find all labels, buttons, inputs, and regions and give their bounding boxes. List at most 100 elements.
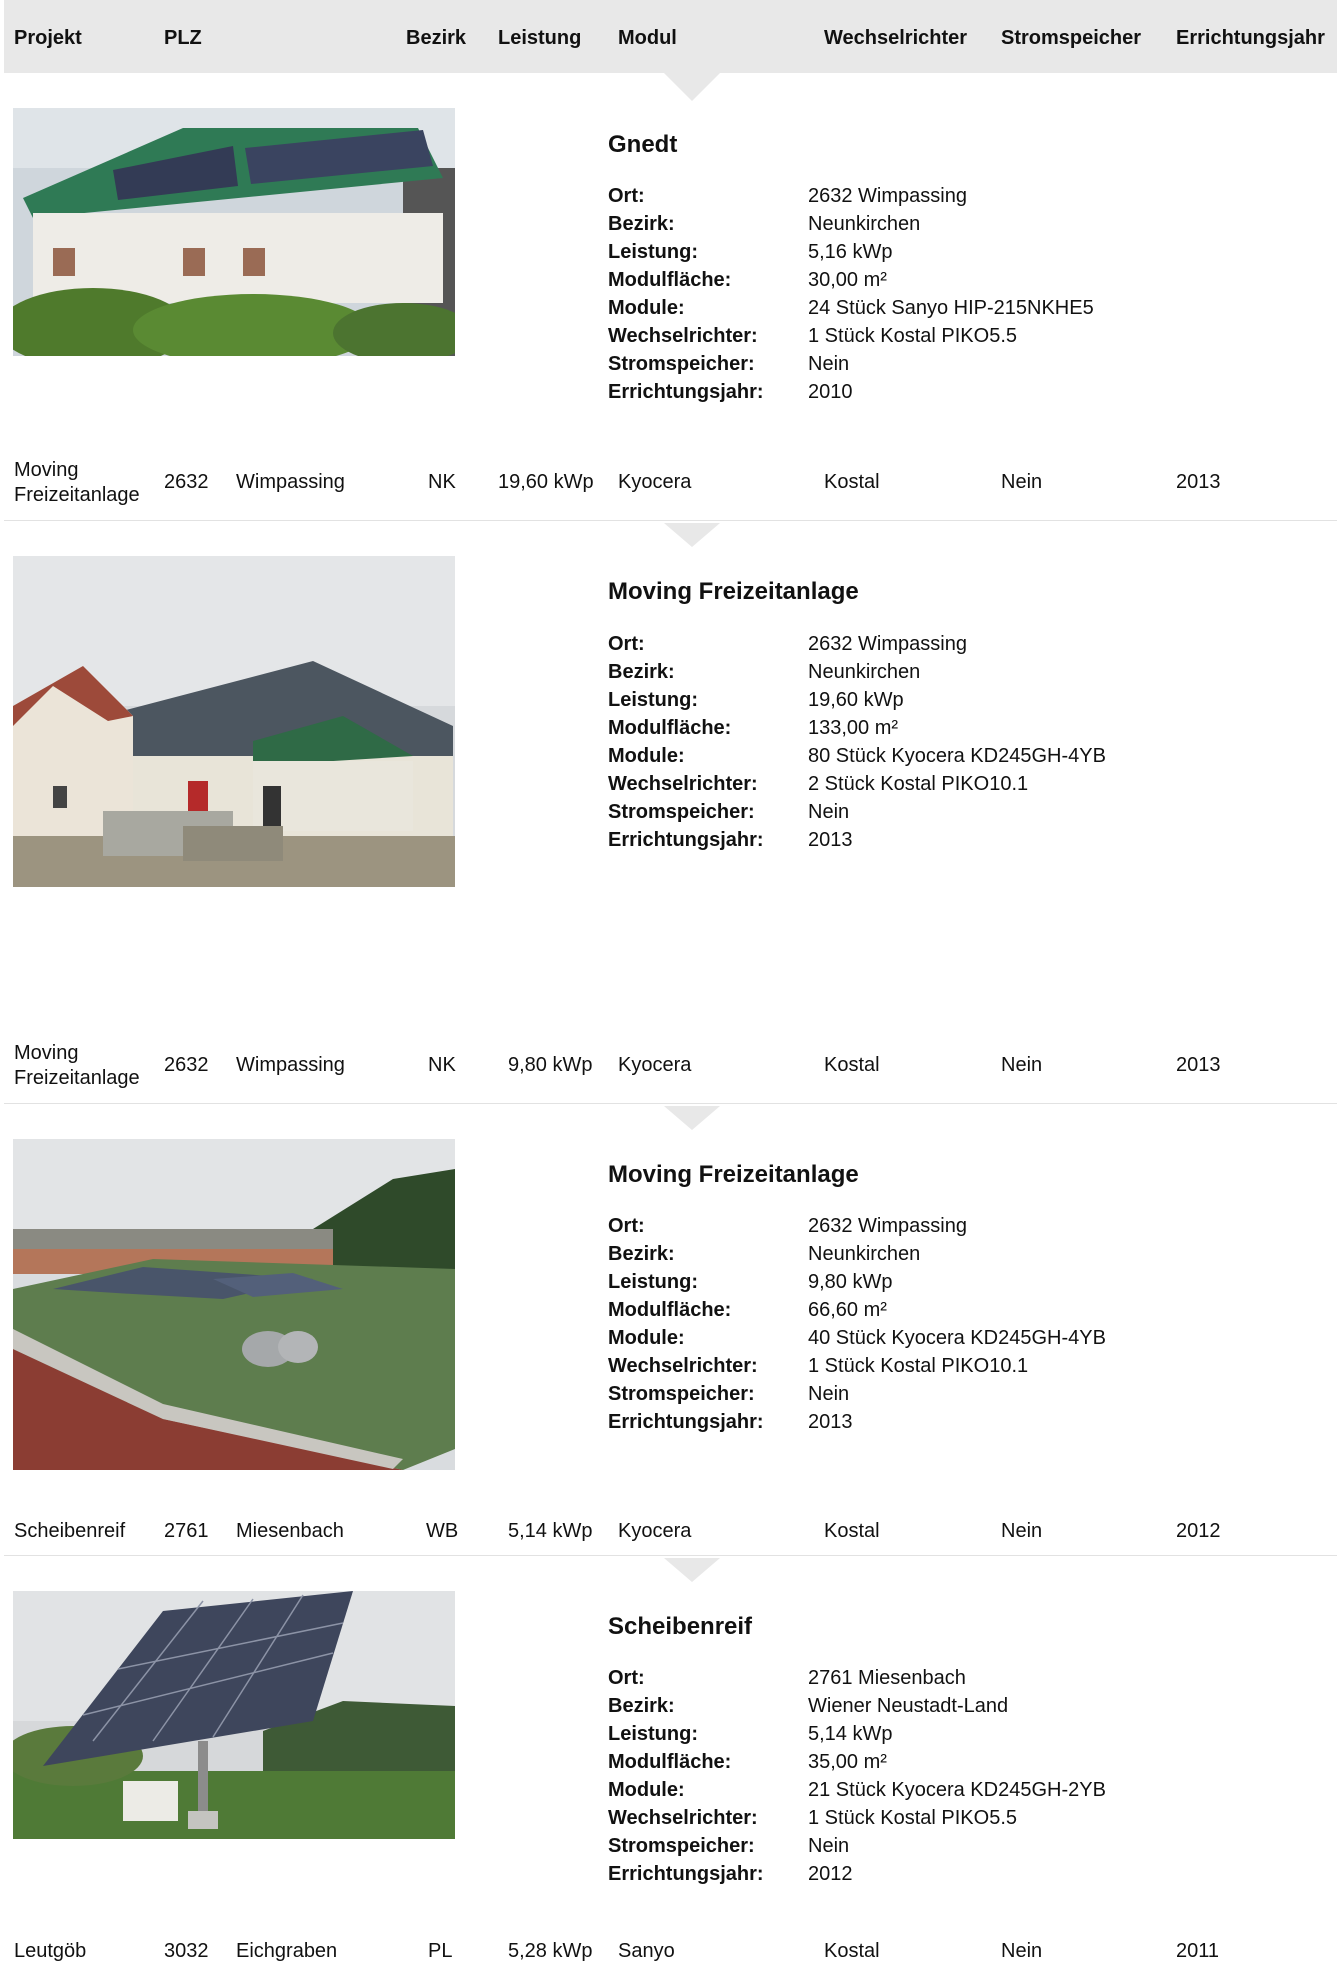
- detail-value-bezirk: Neunkirchen: [808, 661, 921, 683]
- detail-label-ort: Ort:: [608, 185, 645, 207]
- column-header-stromspeicher[interactable]: Stromspeicher: [1001, 27, 1141, 50]
- table-row-projekt-line2[interactable]: Freizeitanlage: [14, 483, 140, 508]
- detail-value-wechselrichter: 1 Stück Kostal PIKO5.5: [808, 1807, 1017, 1829]
- table-row-jahr: 2012: [1176, 1520, 1221, 1542]
- detail-value-stromspeicher: Nein: [808, 1383, 850, 1405]
- detail-label-leistung: Leistung:: [608, 1723, 698, 1745]
- project-photo: [13, 1591, 455, 1839]
- detail-value-leistung: 9,80 kWp: [808, 1271, 893, 1293]
- table-row-projekt[interactable]: Moving: [14, 1041, 78, 1066]
- detail-value-modulflaeche: 133,00 m²: [808, 717, 899, 739]
- detail-label-leistung: Leistung:: [608, 241, 698, 263]
- table-row-wechselrichter: Kostal: [824, 1054, 880, 1076]
- table-row-ort: Miesenbach: [236, 1520, 344, 1542]
- table-row-plz: 3032: [164, 1940, 209, 1962]
- detail-label-errichtungsjahr: Errichtungsjahr:: [608, 829, 764, 851]
- detail-label-module: Module:: [608, 297, 685, 319]
- detail-value-bezirk: Wiener Neustadt-Land: [808, 1695, 1009, 1717]
- column-header-errichtungsjahr[interactable]: Errichtungsjahr: [1176, 27, 1325, 50]
- table-row-jahr: 2013: [1176, 1054, 1221, 1076]
- detail-value-ort: 2761 Miesenbach: [808, 1667, 966, 1689]
- detail-value-module: 24 Stück Sanyo HIP-215NKHE5: [808, 297, 1094, 319]
- detail-label-errichtungsjahr: Errichtungsjahr:: [608, 1411, 764, 1433]
- detail-label-errichtungsjahr: Errichtungsjahr:: [608, 381, 764, 403]
- table-row-stromspeicher: Nein: [1001, 1940, 1043, 1962]
- detail-value-leistung: 5,14 kWp: [808, 1723, 893, 1745]
- detail-value-leistung: 19,60 kWp: [808, 689, 904, 711]
- detail-value-ort: 2632 Wimpassing: [808, 633, 967, 655]
- detail-value-wechselrichter: 2 Stück Kostal PIKO10.1: [808, 773, 1029, 795]
- detail-label-leistung: Leistung:: [608, 1271, 698, 1293]
- detail-label-wechselrichter: Wechselrichter:: [608, 1355, 758, 1377]
- table-row-modul: Kyocera: [618, 1520, 692, 1542]
- detail-label-modulflaeche: Modulfläche:: [608, 269, 732, 291]
- detail-value-stromspeicher: Nein: [808, 353, 850, 375]
- row-divider: [4, 1555, 1337, 1556]
- column-header-bezirk[interactable]: Bezirk: [406, 27, 466, 50]
- expand-pointer: [664, 1558, 720, 1582]
- column-header-leistung[interactable]: Leistung: [498, 27, 581, 50]
- table-row-ort: Wimpassing: [236, 1054, 345, 1076]
- detail-label-modulflaeche: Modulfläche:: [608, 1751, 732, 1773]
- detail-value-stromspeicher: Nein: [808, 1835, 850, 1857]
- detail-label-bezirk: Bezirk:: [608, 1695, 675, 1717]
- detail-label-bezirk: Bezirk:: [608, 661, 675, 683]
- detail-value-bezirk: Neunkirchen: [808, 1243, 921, 1265]
- table-row-plz: 2632: [164, 1054, 209, 1076]
- detail-label-module: Module:: [608, 745, 685, 767]
- detail-label-leistung: Leistung:: [608, 689, 698, 711]
- table-row-stromspeicher: Nein: [1001, 1054, 1043, 1076]
- table-row-stromspeicher: Nein: [1001, 1520, 1043, 1542]
- detail-value-wechselrichter: 1 Stück Kostal PIKO5.5: [808, 325, 1017, 347]
- detail-value-modulflaeche: 30,00 m²: [808, 269, 887, 291]
- column-header-wechselrichter[interactable]: Wechselrichter: [824, 27, 967, 50]
- detail-label-modulflaeche: Modulfläche:: [608, 717, 732, 739]
- detail-label-bezirk: Bezirk:: [608, 213, 675, 235]
- table-row-projekt[interactable]: Moving: [14, 458, 78, 483]
- detail-title: Moving Freizeitanlage: [608, 578, 859, 605]
- detail-value-errichtungsjahr: 2012: [808, 1863, 853, 1885]
- table-row-wechselrichter: Kostal: [824, 1520, 880, 1542]
- detail-label-wechselrichter: Wechselrichter:: [608, 325, 758, 347]
- column-header-modul[interactable]: Modul: [618, 27, 677, 50]
- detail-label-wechselrichter: Wechselrichter:: [608, 773, 758, 795]
- table-row-leistung: 19,60 kWp: [498, 471, 594, 493]
- table-row-wechselrichter: Kostal: [824, 1940, 880, 1962]
- detail-value-stromspeicher: Nein: [808, 801, 850, 823]
- detail-title: Gnedt: [608, 131, 678, 158]
- detail-label-wechselrichter: Wechselrichter:: [608, 1807, 758, 1829]
- table-row-modul: Sanyo: [618, 1940, 675, 1962]
- table-row-wechselrichter: Kostal: [824, 471, 880, 493]
- table-row-jahr: 2011: [1176, 1940, 1220, 1962]
- table-row-projekt[interactable]: Scheibenreif: [14, 1519, 125, 1544]
- detail-title: Scheibenreif: [608, 1613, 753, 1640]
- table-row-leistung: 5,28 kWp: [508, 1940, 593, 1962]
- detail-label-stromspeicher: Stromspeicher:: [608, 1835, 755, 1857]
- table-row-ort: Eichgraben: [236, 1940, 338, 1962]
- column-header-projekt[interactable]: Projekt: [14, 27, 82, 50]
- expand-pointer: [664, 1106, 720, 1130]
- table-row-projekt[interactable]: Leutgöb: [14, 1939, 86, 1964]
- table-row-ort: Wimpassing: [236, 471, 345, 493]
- table-row-bezirk: PL: [428, 1940, 453, 1962]
- detail-value-errichtungsjahr: 2013: [808, 829, 853, 851]
- table-row-projekt-line2[interactable]: Freizeitanlage: [14, 1066, 140, 1091]
- detail-value-module: 40 Stück Kyocera KD245GH-4YB: [808, 1327, 1106, 1349]
- detail-value-modulflaeche: 66,60 m²: [808, 1299, 887, 1321]
- detail-value-ort: 2632 Wimpassing: [808, 185, 967, 207]
- detail-value-errichtungsjahr: 2013: [808, 1411, 853, 1433]
- table-row-bezirk: NK: [428, 471, 456, 493]
- table-row-modul: Kyocera: [618, 471, 692, 493]
- expand-pointer: [664, 523, 720, 547]
- detail-label-module: Module:: [608, 1779, 685, 1801]
- column-header-plz[interactable]: PLZ: [164, 27, 202, 50]
- detail-value-wechselrichter: 1 Stück Kostal PIKO10.1: [808, 1355, 1029, 1377]
- detail-label-stromspeicher: Stromspeicher:: [608, 801, 755, 823]
- table-row-plz: 2632: [164, 471, 209, 493]
- detail-value-errichtungsjahr: 2010: [808, 381, 853, 403]
- project-photo: [13, 108, 455, 356]
- table-row-bezirk: NK: [428, 1054, 456, 1076]
- project-photo: [13, 1139, 455, 1470]
- detail-label-ort: Ort:: [608, 633, 645, 655]
- detail-label-stromspeicher: Stromspeicher:: [608, 1383, 755, 1405]
